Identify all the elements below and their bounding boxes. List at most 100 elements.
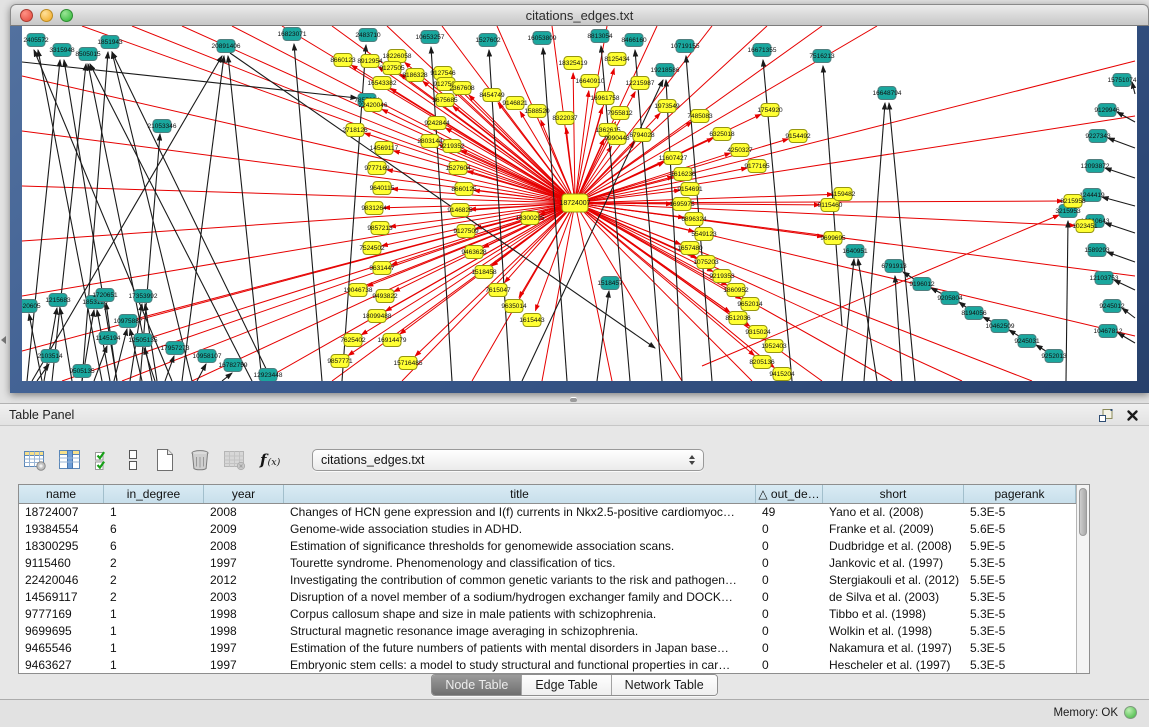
table-cell: Wolkin et al. (1998) <box>823 623 964 640</box>
tab-node-table[interactable]: Node Table <box>432 675 522 695</box>
graph-node-label: 1720651 <box>92 292 118 299</box>
table-cell: 14569117 <box>19 589 104 606</box>
float-window-icon[interactable] <box>1098 408 1114 422</box>
graph-node-label: 12215987 <box>626 80 655 87</box>
graph-node-label: 2420605 <box>22 303 41 310</box>
graph-node-label: 5549123 <box>691 231 717 238</box>
split-pane-grip[interactable] <box>570 397 577 402</box>
function-builder-icon[interactable]: f (x) <box>257 447 283 473</box>
graph-node-label: 9127509 <box>453 228 479 235</box>
column-view-icon[interactable] <box>57 447 83 473</box>
network-canvas[interactable]: 2405572331594885050151851943208914061682… <box>22 26 1137 381</box>
table-selector-dropdown[interactable]: citations_edges.txt <box>312 449 704 471</box>
graph-node-label: 9493822 <box>372 293 398 300</box>
table-row[interactable]: 977716911998Corpus callosum shape and si… <box>19 606 1076 623</box>
status-bar: Memory: OK <box>0 699 1149 727</box>
table-row[interactable]: 2242004622012Investigating the contribut… <box>19 572 1076 589</box>
table-cell: 5.3E-5 <box>964 657 1076 674</box>
graph-node-label: 19218586 <box>651 67 680 74</box>
graph-node-label: 8813054 <box>587 33 613 40</box>
graph-node-label: 8512036 <box>725 315 751 322</box>
table-cell: 1 <box>104 606 204 623</box>
column-header[interactable]: in_degree <box>104 485 204 503</box>
table-row[interactable]: 969969511998Structural magnetic resonanc… <box>19 623 1076 640</box>
table-selector-value: citations_edges.txt <box>321 453 683 467</box>
table-cell: 1998 <box>204 606 284 623</box>
table-cell: 2009 <box>204 521 284 538</box>
graph-node-label: 6791913 <box>881 263 907 270</box>
new-document-icon[interactable] <box>152 447 178 473</box>
table-cell: Embryonic stem cells: a model to study s… <box>284 657 756 674</box>
column-header[interactable]: short <box>823 485 964 503</box>
table-cell: 2008 <box>204 504 284 521</box>
table-body[interactable]: 1872400712008Changes of HCN gene express… <box>19 504 1076 674</box>
graph-node-label: 11607427 <box>659 155 688 162</box>
graph-node-label: 1518457 <box>597 280 623 287</box>
table-cell: 1 <box>104 657 204 674</box>
graph-node-label: 9196012 <box>909 281 935 288</box>
table-row[interactable]: 1872400712008Changes of HCN gene express… <box>19 504 1076 521</box>
graph-node-label: 8454749 <box>479 92 505 99</box>
graph-node-label: 1589293 <box>1084 247 1110 254</box>
column-header[interactable]: title <box>284 485 756 503</box>
table-row[interactable]: 1456911722003Disruption of a novel membe… <box>19 589 1076 606</box>
table-panel-header: Table Panel <box>0 404 1149 426</box>
tab-edge-table[interactable]: Edge Table <box>522 675 611 695</box>
table-row[interactable]: 946362711997Embryonic stem cells: a mode… <box>19 657 1076 674</box>
column-header[interactable]: name <box>19 485 104 503</box>
column-header[interactable]: pagerank <box>964 485 1076 503</box>
graph-node-label: 12093872 <box>1081 163 1110 170</box>
table-cell: Hescheler et al. (1997) <box>823 657 964 674</box>
graph-node-label: 16914479 <box>378 337 407 344</box>
graph-node-label: 15751074 <box>1108 77 1137 84</box>
graph-node-label: 1215683 <box>45 297 71 304</box>
row-height-icon[interactable] <box>123 447 143 473</box>
attribute-table: namein_degreeyeartitle△ out_de…shortpage… <box>18 484 1090 674</box>
graph-node-label: 9146825 <box>447 207 473 214</box>
table-cell: Nakamura et al. (1997) <box>823 640 964 657</box>
table-cell: 5.9E-5 <box>964 538 1076 555</box>
table-vertical-scrollbar[interactable] <box>1076 485 1089 673</box>
table-cell: 2 <box>104 589 204 606</box>
graph-node-label: 9640115 <box>370 185 395 192</box>
column-header[interactable]: year <box>204 485 284 503</box>
graph-node-label: 9635014 <box>501 303 527 310</box>
graph-node-label: 1754920 <box>757 107 783 114</box>
window-titlebar[interactable]: citations_edges.txt <box>10 4 1149 26</box>
table-row[interactable]: 1830029562008Estimation of significance … <box>19 538 1076 555</box>
table-cell: 1 <box>104 504 204 521</box>
close-icon[interactable] <box>1126 409 1139 422</box>
table-row[interactable]: 911546021997Tourette syndrome. Phenomeno… <box>19 555 1076 572</box>
table-cell: 0 <box>756 538 823 555</box>
graph-node-label: 10958107 <box>193 353 222 360</box>
graph-node-label: 9129946 <box>1094 107 1120 114</box>
table-cell: 18724007 <box>19 504 104 521</box>
graph-node-label: 12923448 <box>254 372 283 379</box>
graph-node-label: 16671355 <box>748 47 777 54</box>
graph-node-label: 1640951 <box>842 248 868 255</box>
delete-icon[interactable] <box>187 447 213 473</box>
graph-node-label: 9831264 <box>361 205 387 212</box>
graph-node-label: 3315948 <box>49 47 75 54</box>
window-title: citations_edges.txt <box>11 8 1148 23</box>
graph-node-label: 9415204 <box>769 371 795 378</box>
select-columns-icon[interactable] <box>92 447 114 473</box>
table-cell: 0 <box>756 606 823 623</box>
graph-node-label: 1851943 <box>97 39 123 46</box>
table-panel: Table Panel <box>0 403 1149 699</box>
tab-network-table[interactable]: Network Table <box>612 675 717 695</box>
scrollbar-thumb[interactable] <box>1079 488 1087 536</box>
table-cell: 2 <box>104 555 204 572</box>
table-cell: 0 <box>756 521 823 538</box>
table-row[interactable]: 946554611997Estimation of the future num… <box>19 640 1076 657</box>
graph-node-label: 9115460 <box>818 202 843 209</box>
table-settings-icon[interactable] <box>22 447 48 473</box>
graph-node-label: 1860952 <box>723 287 749 294</box>
table-cell: 5.3E-5 <box>964 606 1076 623</box>
column-header[interactable]: △ out_de… <box>756 485 823 503</box>
graph-node-label: 20891406 <box>212 43 241 50</box>
table-row[interactable]: 1938455462009Genome-wide association stu… <box>19 521 1076 538</box>
collapse-arrow[interactable] <box>1 336 6 344</box>
graph-node-label: 9154492 <box>785 133 811 140</box>
graph-node-label: 9219353 <box>709 273 735 280</box>
